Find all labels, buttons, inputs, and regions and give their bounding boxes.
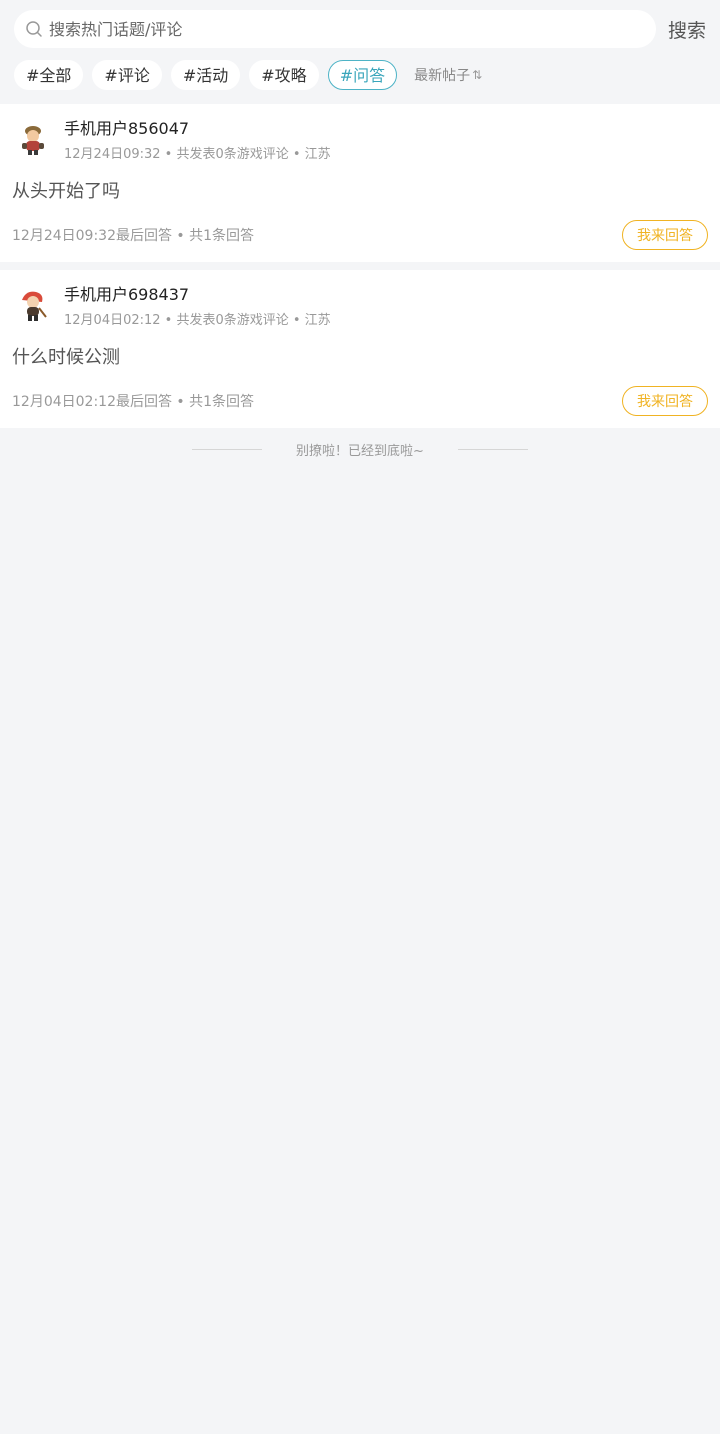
answer-button[interactable]: 我来回答 <box>622 386 708 416</box>
post-card[interactable]: 手机用户856047 12月24日09:32 • 共发表0条游戏评论 • 江苏 … <box>0 104 720 262</box>
avatar[interactable] <box>12 118 54 160</box>
sort-arrows-icon: ⇅ <box>472 67 483 82</box>
top-bar: 搜索 #全部 #评论 #活动 #攻略 #问答 最新帖子 ⇅ <box>0 0 720 104</box>
divider-right <box>457 449 528 450</box>
post-footer-text: 12月04日02:12最后回答 • 共1条回答 <box>12 394 255 410</box>
sort-label: 最新帖子 <box>414 67 471 84</box>
user-name[interactable]: 手机用户856047 <box>64 118 331 140</box>
divider-left <box>192 449 263 450</box>
user-name[interactable]: 手机用户698437 <box>64 284 331 306</box>
end-of-list: 别撩啦！已经到底啦~ <box>0 440 720 459</box>
tag-all[interactable]: #全部 <box>14 59 84 90</box>
end-text: 别撩啦！已经到底啦~ <box>296 444 424 459</box>
sort-dropdown[interactable]: 最新帖子 ⇅ <box>414 65 482 85</box>
post-header: 手机用户698437 12月04日02:12 • 共发表0条游戏评论 • 江苏 <box>12 284 708 330</box>
post-footer-text: 12月24日09:32最后回答 • 共1条回答 <box>12 228 255 244</box>
search-row: 搜索 <box>14 10 706 48</box>
avatar-character-icon <box>22 291 47 321</box>
search-box[interactable] <box>14 10 656 48</box>
post-content[interactable]: 什么时候公测 <box>12 346 708 370</box>
post-user-info: 手机用户856047 12月24日09:32 • 共发表0条游戏评论 • 江苏 <box>64 118 331 164</box>
post-user-info: 手机用户698437 12月04日02:12 • 共发表0条游戏评论 • 江苏 <box>64 284 331 330</box>
answer-button[interactable]: 我来回答 <box>622 220 708 250</box>
post-footer: 12月24日09:32最后回答 • 共1条回答 我来回答 <box>12 220 708 250</box>
avatar-character-icon <box>22 126 44 155</box>
tag-guides[interactable]: #攻略 <box>249 59 319 90</box>
post-meta: 12月24日09:32 • 共发表0条游戏评论 • 江苏 <box>64 147 331 162</box>
search-button[interactable]: 搜索 <box>668 16 706 43</box>
avatar[interactable] <box>12 284 54 326</box>
tag-comments[interactable]: #评论 <box>92 59 162 90</box>
post-card[interactable]: 手机用户698437 12月04日02:12 • 共发表0条游戏评论 • 江苏 … <box>0 270 720 428</box>
post-content[interactable]: 从头开始了吗 <box>12 180 708 204</box>
post-header: 手机用户856047 12月24日09:32 • 共发表0条游戏评论 • 江苏 <box>12 118 708 164</box>
search-input[interactable] <box>49 19 656 39</box>
search-icon <box>26 21 42 37</box>
tag-qa[interactable]: #问答 <box>327 59 398 90</box>
tag-events[interactable]: #活动 <box>170 59 241 90</box>
post-meta: 12月04日02:12 • 共发表0条游戏评论 • 江苏 <box>64 313 331 328</box>
post-footer: 12月04日02:12最后回答 • 共1条回答 我来回答 <box>12 386 708 416</box>
tag-bar: #全部 #评论 #活动 #攻略 #问答 最新帖子 ⇅ <box>14 59 706 90</box>
